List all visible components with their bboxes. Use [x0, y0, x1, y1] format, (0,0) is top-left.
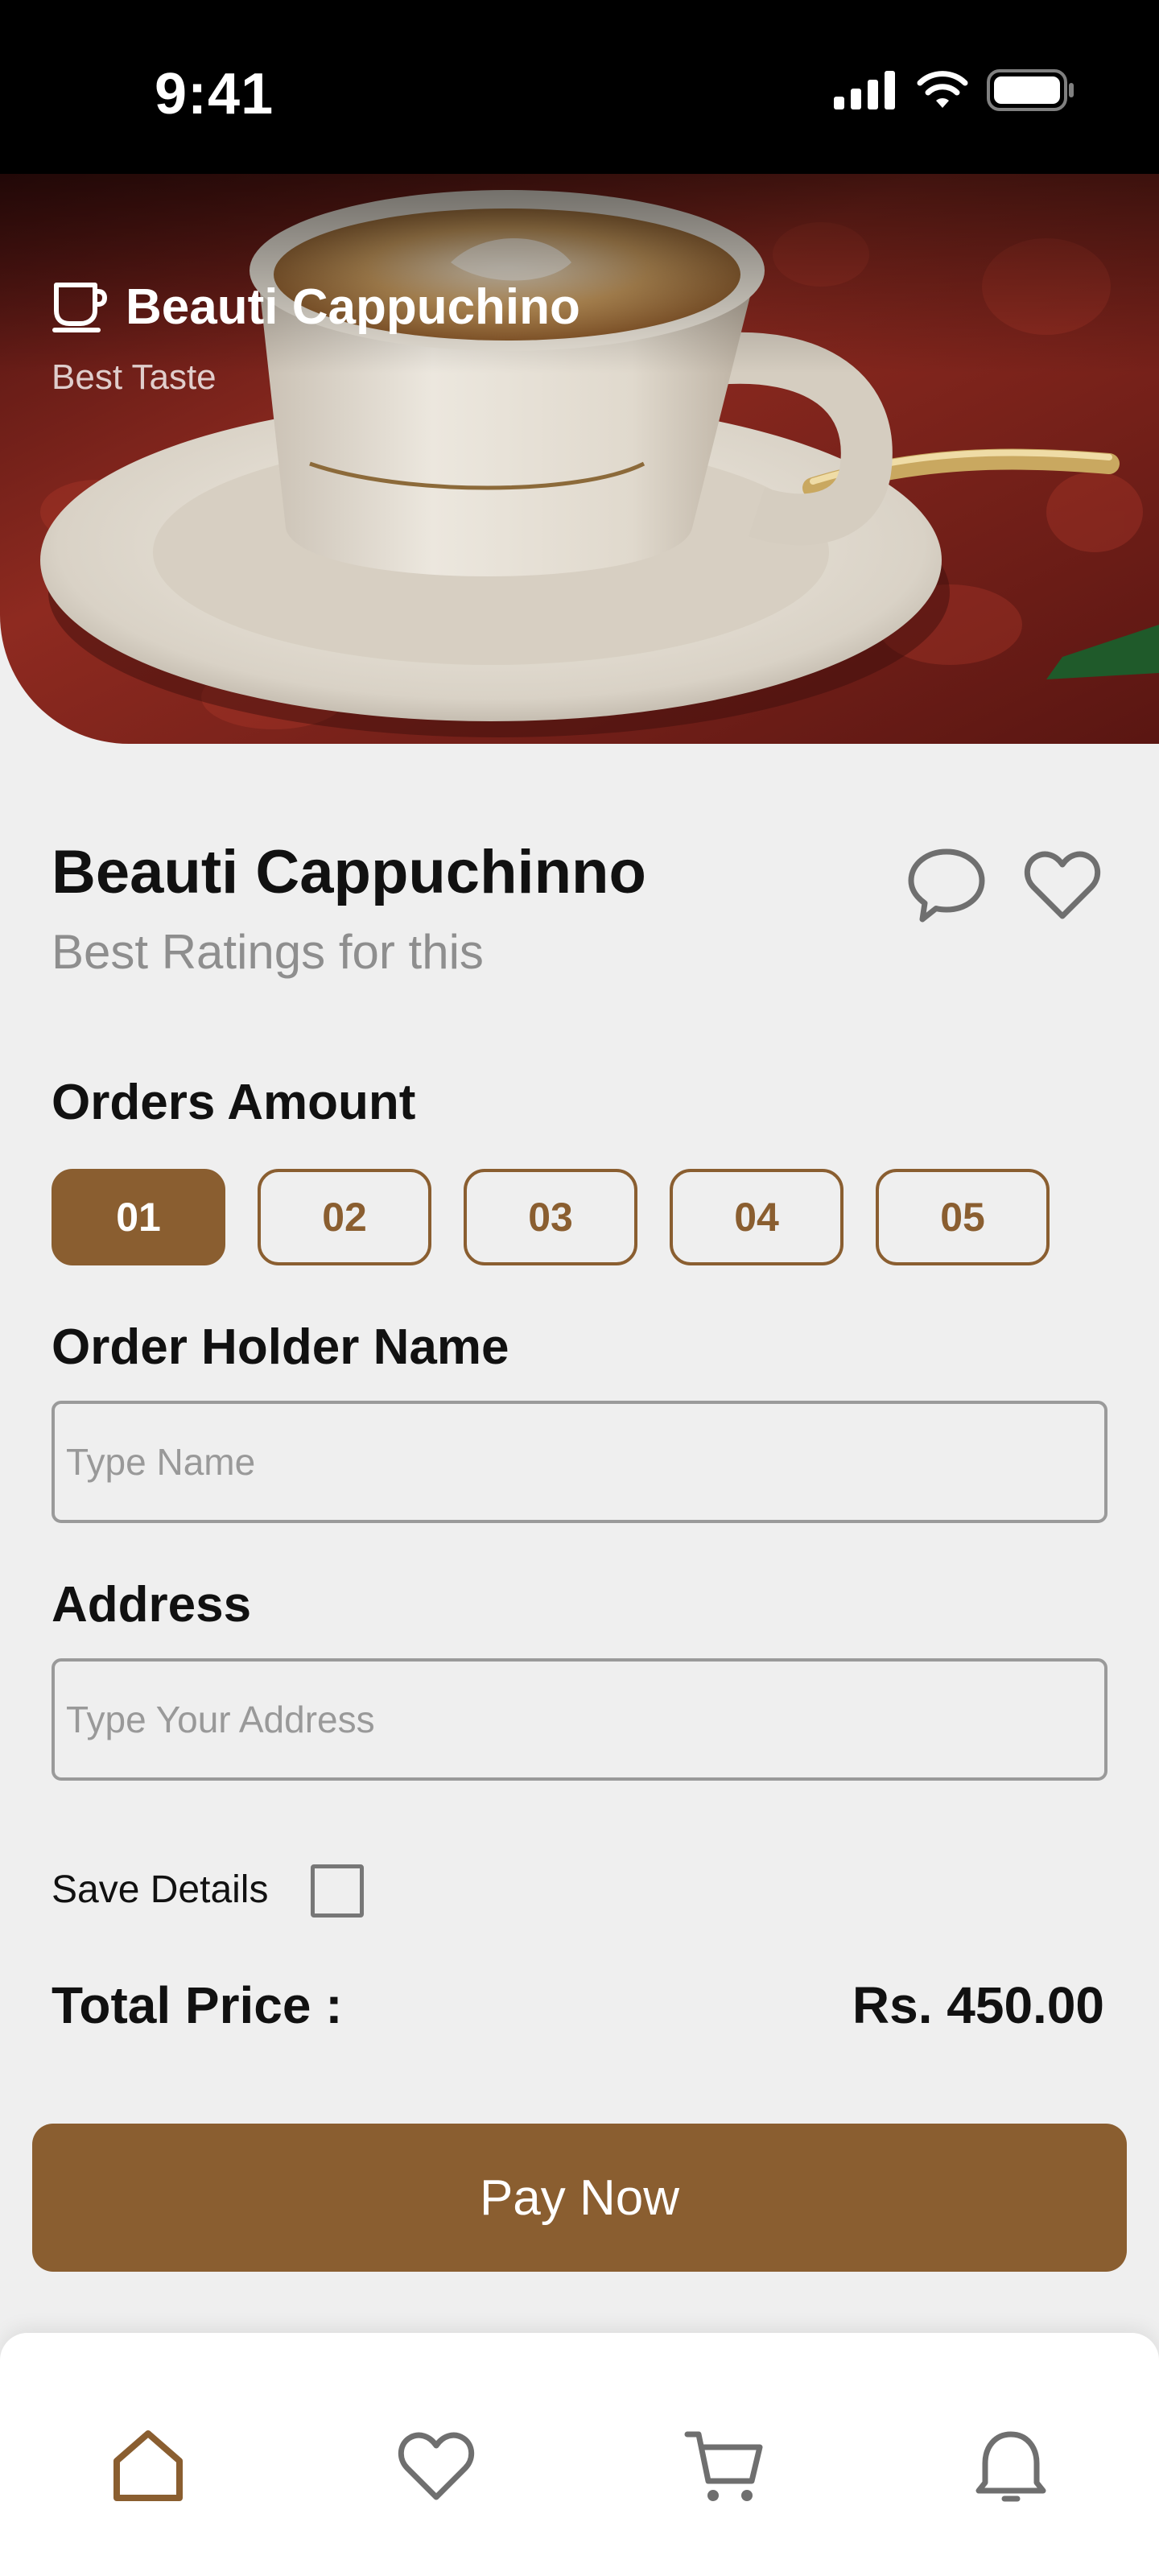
amount-option-03[interactable]: 03 — [464, 1169, 637, 1265]
amount-option-01[interactable]: 01 — [52, 1169, 225, 1265]
chat-bubble-icon — [908, 848, 985, 923]
hero-image: Beauti Cappuchino Best Taste — [0, 174, 1159, 744]
name-label: Order Holder Name — [52, 1319, 509, 1375]
heart-icon — [398, 2432, 475, 2500]
cart-icon — [684, 2431, 763, 2501]
nav-favorites[interactable] — [380, 2410, 493, 2523]
status-icons — [834, 69, 1075, 111]
total-price-value: Rs. 450.00 — [852, 1976, 1104, 2034]
wifi-icon — [917, 71, 968, 108]
amount-option-04[interactable]: 04 — [670, 1169, 843, 1265]
bottom-navigation — [0, 2333, 1159, 2576]
amount-selector: 01 02 03 04 05 — [52, 1169, 1050, 1265]
name-input[interactable] — [52, 1401, 1107, 1523]
save-details-label: Save Details — [52, 1868, 269, 1911]
battery-icon — [987, 69, 1074, 111]
orders-amount-label: Orders Amount — [52, 1075, 416, 1130]
status-bar: 9:41 — [0, 0, 1159, 174]
favorite-button[interactable] — [1014, 837, 1111, 934]
save-details-checkbox[interactable] — [311, 1864, 364, 1918]
cappuccino-photo — [0, 174, 1159, 744]
amount-option-02[interactable]: 02 — [258, 1169, 431, 1265]
nav-cart[interactable] — [668, 2410, 781, 2523]
signal-icon — [834, 71, 895, 109]
hero-title: Beauti Cappuchino — [126, 279, 580, 335]
heart-icon — [1024, 851, 1101, 919]
product-subtitle: Best Ratings for this — [52, 925, 484, 979]
pay-now-button[interactable]: Pay Now — [32, 2124, 1127, 2272]
nav-notifications[interactable] — [955, 2410, 1067, 2523]
product-title: Beauti Cappuchinno — [52, 838, 646, 906]
bell-icon — [975, 2431, 1046, 2502]
home-icon — [113, 2430, 183, 2501]
total-price-label: Total Price : — [52, 1976, 343, 2034]
comment-button[interactable] — [898, 837, 995, 934]
status-time: 9:41 — [155, 62, 274, 126]
address-input[interactable] — [52, 1658, 1107, 1781]
hero-title-row: Beauti Cappuchino — [52, 279, 580, 336]
amount-option-05[interactable]: 05 — [876, 1169, 1050, 1265]
address-label: Address — [52, 1577, 252, 1633]
coffee-cup-icon — [52, 282, 108, 332]
hero-subtitle: Best Taste — [52, 357, 217, 397]
nav-home[interactable] — [92, 2410, 204, 2523]
